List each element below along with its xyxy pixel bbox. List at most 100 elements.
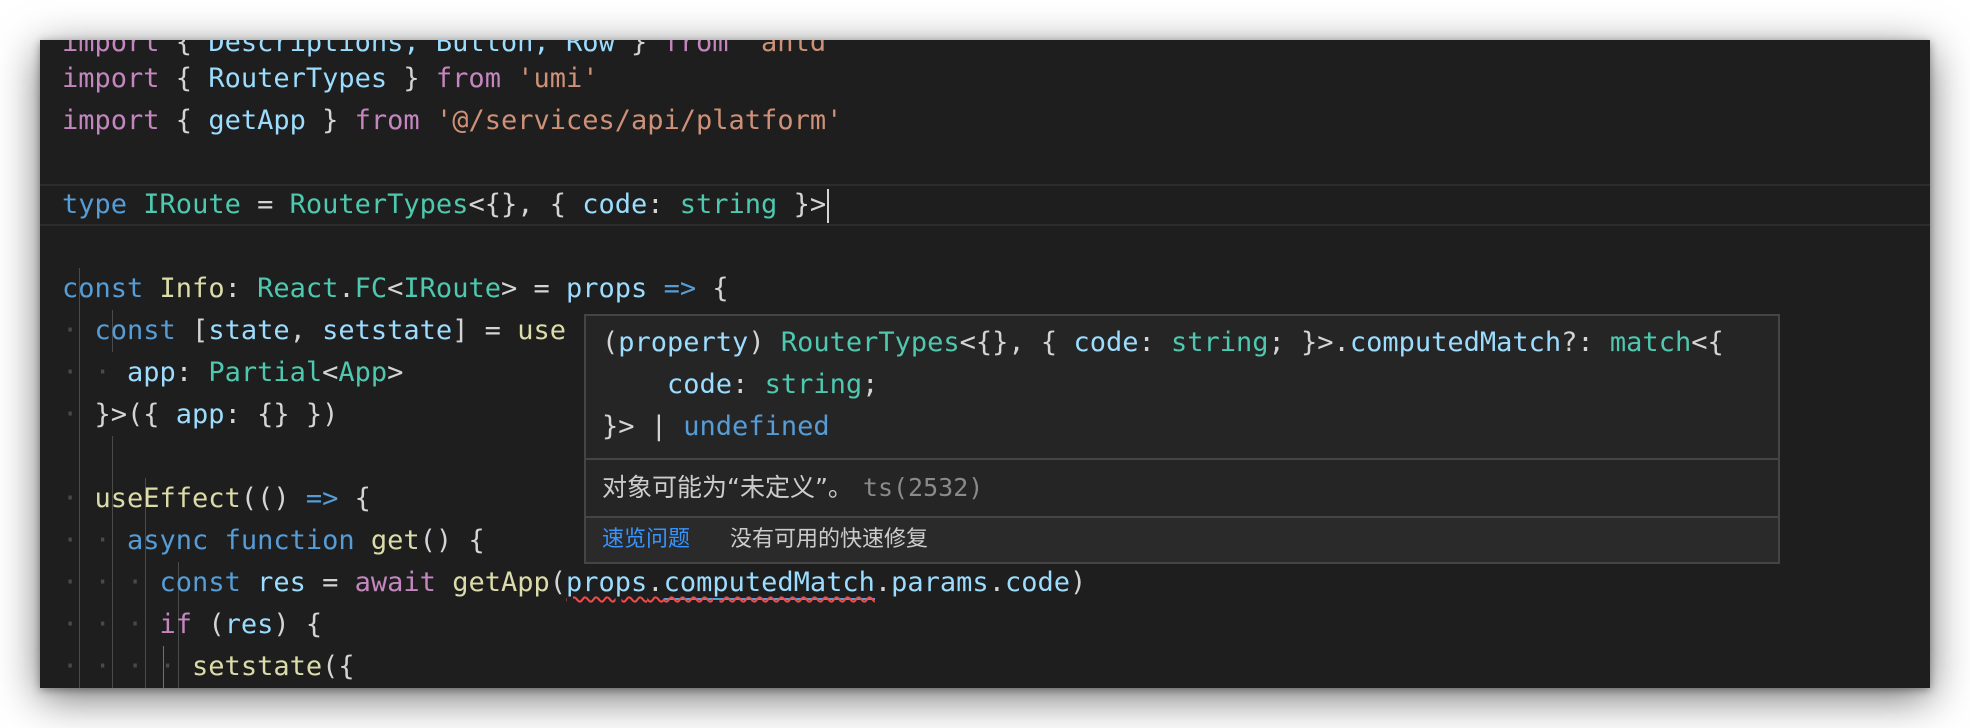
property-name: code xyxy=(1073,327,1139,358)
property-name: app xyxy=(175,399,225,430)
keyword-const: const xyxy=(94,315,176,346)
code-token: : xyxy=(224,273,258,304)
code-line[interactable]: · · async function get() { xyxy=(62,520,485,562)
code-token: : xyxy=(1138,327,1171,358)
code-token: < xyxy=(322,357,339,388)
hover-signature: (property) RouterTypes<{}, { code: strin… xyxy=(586,316,1778,458)
code-token: ( xyxy=(602,327,619,358)
whitespace-marker: · xyxy=(62,399,95,430)
whitespace-marker: · · xyxy=(62,357,128,388)
whitespace-marker: · xyxy=(62,483,95,514)
whitespace-marker: · · xyxy=(62,525,128,556)
peek-problem-link[interactable]: 速览问题 xyxy=(602,518,690,562)
keyword-function: function xyxy=(224,525,355,556)
code-token: : xyxy=(732,369,765,400)
property-name: params xyxy=(891,567,989,598)
variable-name: res xyxy=(257,567,306,598)
code-token: ] = xyxy=(452,315,518,346)
error-code: ts(2532) xyxy=(862,473,984,502)
code-token: }>({ xyxy=(94,399,176,430)
code-token: }> | xyxy=(602,411,684,442)
code-line[interactable]: · const [state, setstate] = use xyxy=(62,310,566,352)
arrow-operator: => xyxy=(305,483,339,514)
signature-line: code: string; xyxy=(602,364,1778,406)
code-line[interactable]: · useEffect(() => { xyxy=(62,478,371,520)
type-name: FC xyxy=(354,273,388,304)
code-token: = xyxy=(517,273,567,304)
keyword-undefined: undefined xyxy=(683,411,830,442)
code-token: . xyxy=(338,273,355,304)
code-line[interactable]: · · · if (res) { xyxy=(62,604,322,646)
code-token: { xyxy=(338,483,371,514)
editor-window: import { Descriptions, Button, Row } fro… xyxy=(40,40,1930,688)
component-name: Info xyxy=(159,273,225,304)
module-string: '@/services/api/platform' xyxy=(435,105,843,136)
code-token: , xyxy=(289,315,323,346)
code-line[interactable]: · · · const res = await getApp(props.com… xyxy=(62,562,1086,604)
error-message: 对象可能为“未定义”。 ts(2532) xyxy=(602,460,983,516)
signature-line: }> | undefined xyxy=(602,406,1778,448)
code-token: <{}, { xyxy=(959,327,1074,358)
whitespace-marker: · xyxy=(62,315,95,346)
code-token: <{}, { xyxy=(468,189,583,220)
arrow-operator: => xyxy=(663,273,697,304)
keyword-async: async xyxy=(127,525,209,556)
code-token: property xyxy=(618,327,749,358)
code-token: : {} }) xyxy=(224,399,339,430)
code-token: } xyxy=(387,63,436,94)
code-line[interactable]: import { getApp } from '@/services/api/p… xyxy=(62,100,842,142)
property-name: code xyxy=(1004,567,1070,598)
hovered-property[interactable]: computedMatch xyxy=(663,567,875,600)
keyword-type: type xyxy=(62,189,128,220)
code-token: ) xyxy=(1070,567,1087,598)
type-name: string xyxy=(764,369,863,400)
error-text: 对象可能为“未定义”。 xyxy=(602,473,853,502)
error-squiggle[interactable]: props.computedMatch xyxy=(566,567,875,600)
code-line[interactable]: import { RouterTypes } from 'umi' xyxy=(62,58,599,100)
code-token: ; xyxy=(862,369,879,400)
code-line[interactable]: · }>({ app: {} }) xyxy=(62,394,338,436)
module-string: 'umi' xyxy=(517,63,599,94)
property-name: app xyxy=(127,357,176,388)
variable-name: props xyxy=(566,567,648,598)
code-editor[interactable]: import { Descriptions, Button, Row } fro… xyxy=(40,40,1930,688)
variable-name: setstate xyxy=(322,315,453,346)
type-name: IRoute xyxy=(143,189,241,220)
keyword-from: from xyxy=(435,63,501,94)
function-name: useEffect xyxy=(94,483,241,514)
function-name: setstate xyxy=(192,651,323,682)
variable-name: state xyxy=(208,315,290,346)
code-token: ( xyxy=(549,567,567,598)
code-line-current[interactable]: type IRoute = RouterTypes<{}, { code: st… xyxy=(62,184,830,226)
type-name: App xyxy=(338,357,388,388)
code-token: : xyxy=(647,189,680,220)
property-name: computedMatch xyxy=(1349,327,1562,358)
property-name: code xyxy=(582,189,648,220)
keyword-from: from xyxy=(663,40,729,58)
code-token: <{ xyxy=(1691,327,1724,358)
code-line[interactable]: · · · · setstate({ xyxy=(62,646,355,688)
code-token: ?: xyxy=(1561,327,1610,358)
code-token: (() xyxy=(240,483,306,514)
type-name: string xyxy=(679,189,778,220)
keyword-const: const xyxy=(62,273,144,304)
type-name: Partial xyxy=(208,357,323,388)
keyword-await: await xyxy=(354,567,436,598)
keyword-import: import xyxy=(62,105,160,136)
code-line[interactable]: const Info: React.FC<IRoute> = props => … xyxy=(62,268,729,310)
code-line[interactable]: · · app: Partial<App> xyxy=(62,352,403,394)
variable-name: res xyxy=(224,609,274,640)
property-name: code xyxy=(667,369,733,400)
function-name: use xyxy=(517,315,566,346)
whitespace-marker: · · · xyxy=(62,567,160,598)
code-token: = xyxy=(240,189,290,220)
